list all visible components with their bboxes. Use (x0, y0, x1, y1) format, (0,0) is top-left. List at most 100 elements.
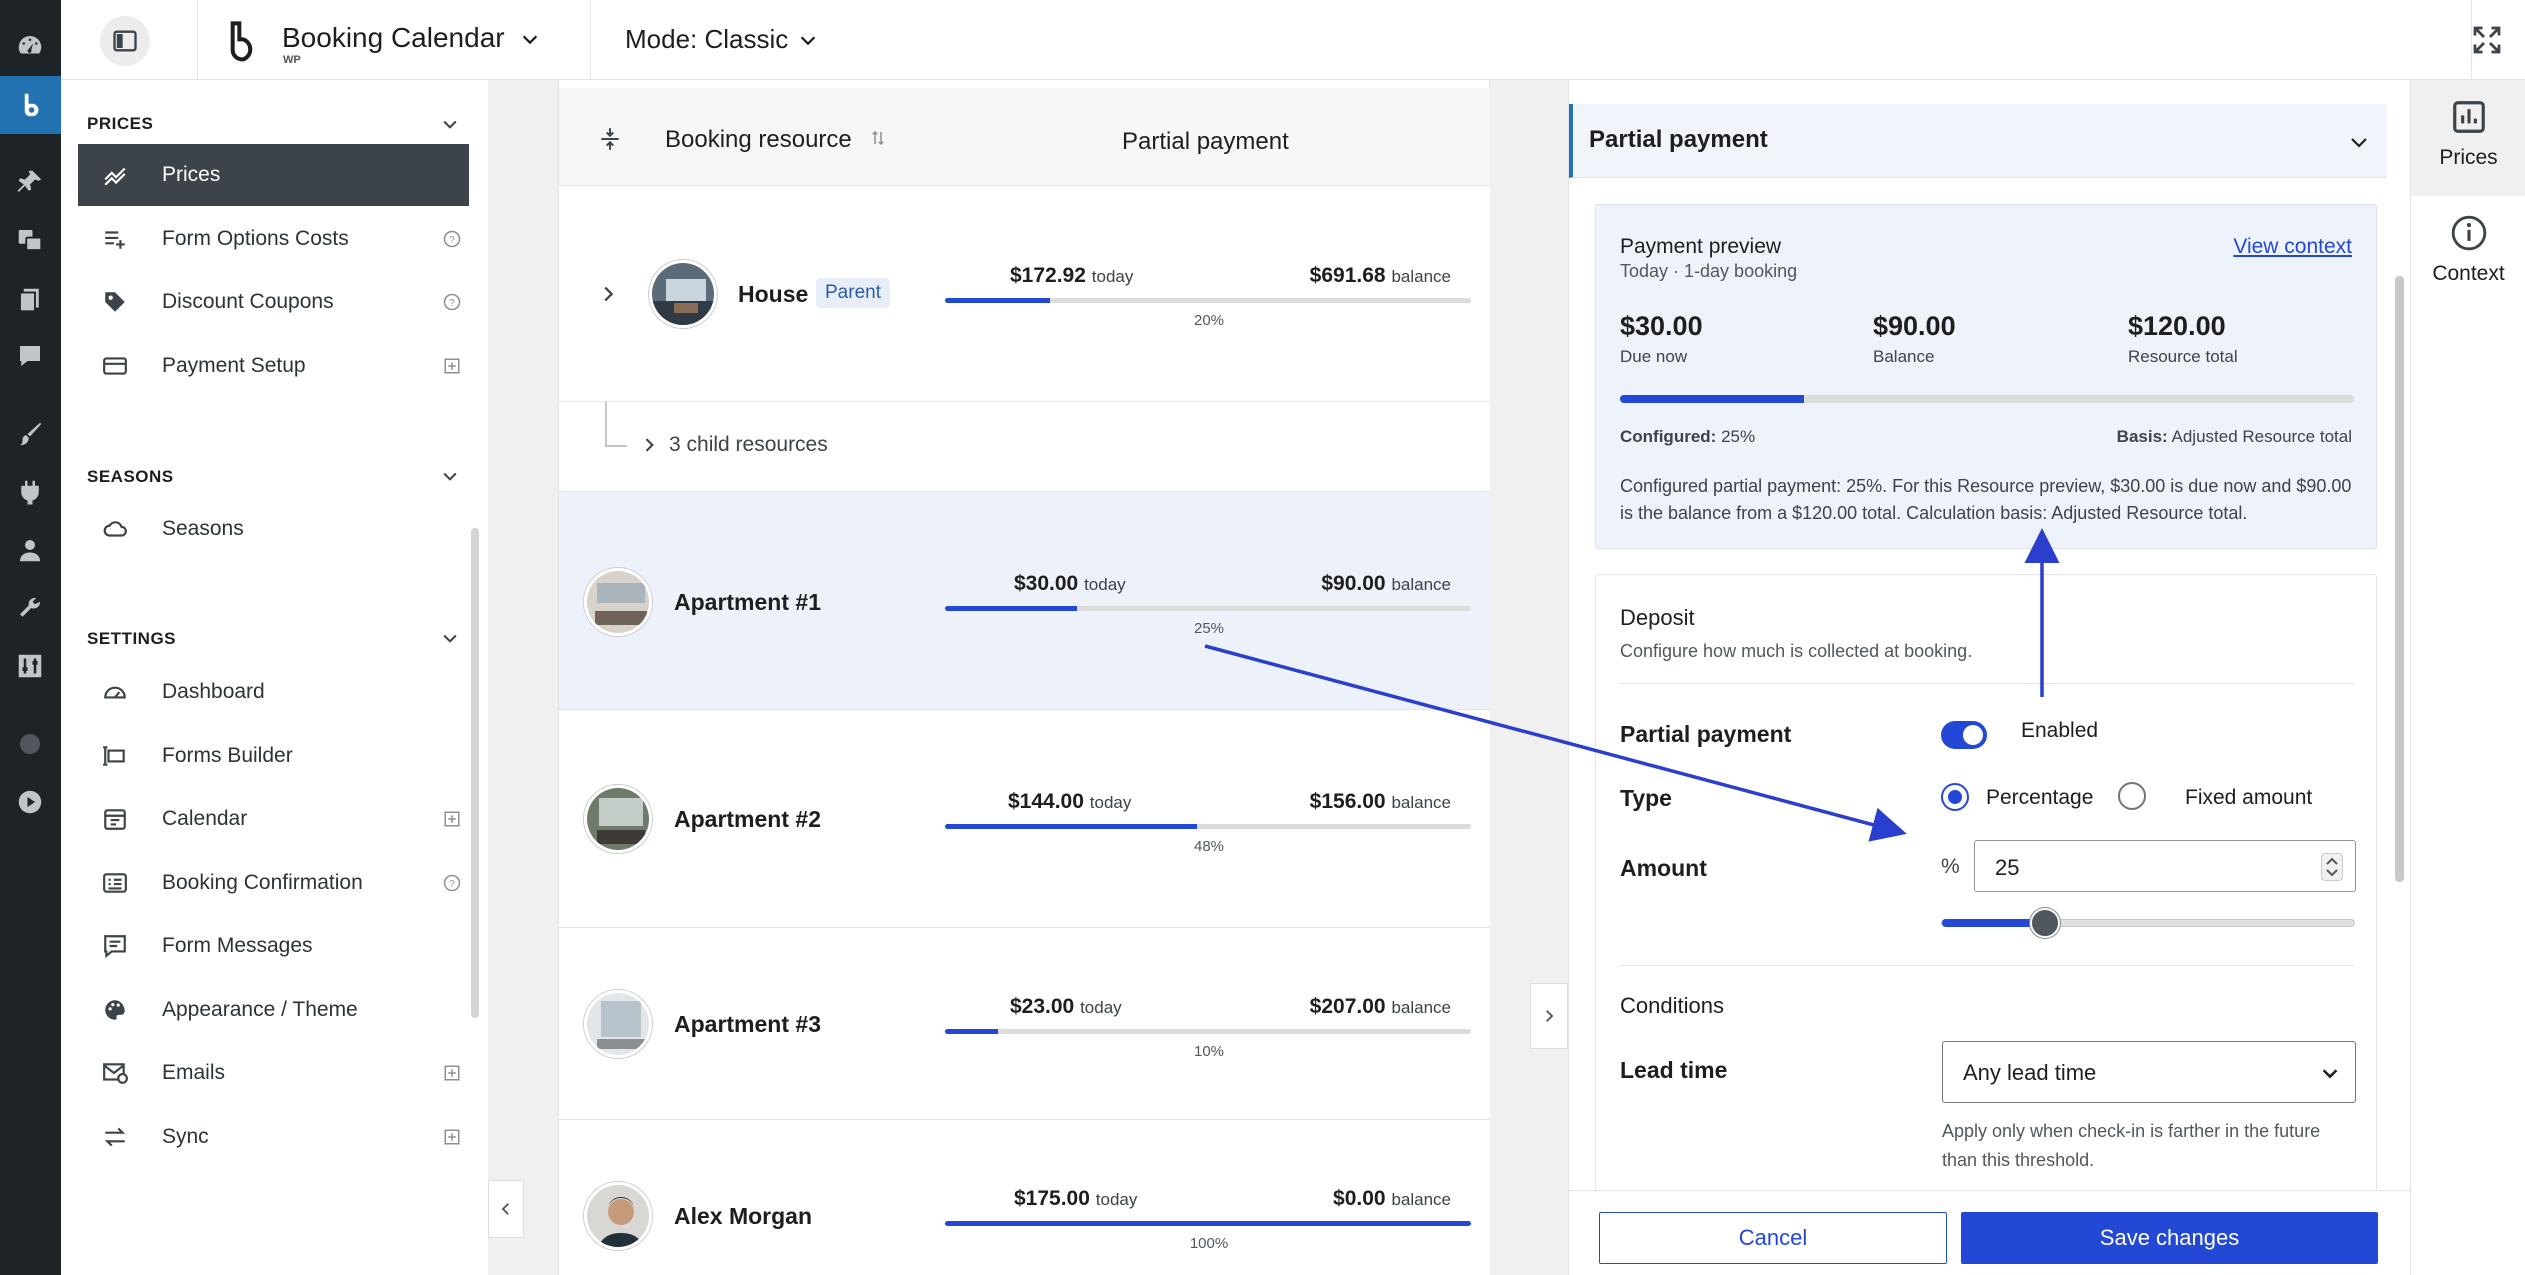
cancel-button[interactable]: Cancel (1599, 1212, 1947, 1264)
chevron-down-icon[interactable] (440, 466, 460, 486)
sidebar-item-form-options-costs[interactable]: Form Options Costs ? (78, 208, 469, 270)
lead-time-select[interactable]: Any lead time (1942, 1041, 2356, 1103)
table-row-apartment-2[interactable]: Apartment #2 $144.00 today $156.00 balan… (559, 710, 1491, 928)
rail-tab-prices[interactable]: Prices (2411, 80, 2525, 196)
collapse-rows-icon[interactable] (597, 126, 623, 152)
appearance-brush-icon[interactable] (12, 416, 48, 452)
play-icon[interactable] (12, 784, 48, 820)
mode-selector[interactable]: Mode: Classic (625, 24, 788, 55)
comments-icon[interactable] (12, 338, 48, 374)
amount-input[interactable]: 25 (1974, 840, 2356, 892)
sidebar-item-form-messages[interactable]: Form Messages (78, 915, 469, 977)
help-icon[interactable]: ? (443, 293, 461, 311)
sidebar-item-prices[interactable]: Prices (78, 144, 469, 206)
id-card-icon (100, 868, 130, 898)
child-resources-label[interactable]: 3 child resources (669, 433, 828, 457)
dashboard-icon[interactable] (12, 28, 48, 64)
sidebar-toggle-button[interactable] (100, 16, 150, 66)
sidebar-item-appearance-theme[interactable]: Appearance / Theme (78, 979, 469, 1041)
sidebar-item-forms-builder[interactable]: Forms Builder (78, 725, 469, 787)
pages-icon[interactable] (12, 282, 48, 318)
sidebar-item-booking-confirmation[interactable]: Booking Confirmation ? (78, 852, 469, 914)
sidebar-item-discount-coupons[interactable]: Discount Coupons ? (78, 271, 469, 333)
rail-tab-context[interactable]: Context (2411, 196, 2525, 312)
child-resources-row[interactable]: 3 child resources (559, 402, 1491, 492)
chevron-down-icon[interactable] (2347, 130, 2371, 154)
preview-description: Configured partial payment: 25%. For thi… (1620, 476, 2352, 523)
globe-icon[interactable] (12, 726, 48, 762)
palette-icon (100, 995, 130, 1025)
save-button[interactable]: Save changes (1961, 1212, 2378, 1264)
collapse-sidebar-button[interactable] (488, 1180, 524, 1238)
sidebar-scrollbar[interactable] (471, 528, 479, 1018)
plus-box-icon[interactable] (443, 810, 461, 828)
balance-amount: $0.00 balance (1333, 1187, 1451, 1210)
column-header-resource[interactable]: Booking resource (665, 126, 852, 154)
fullscreen-icon[interactable] (2469, 22, 2505, 58)
table-row-house[interactable]: House Parent $172.92 today $691.68 balan… (559, 186, 1491, 402)
percentage-radio-label[interactable]: Percentage (1986, 786, 2093, 810)
divider (197, 0, 198, 80)
table-header: Booking resource Partial payment (559, 88, 1491, 186)
plugins-icon[interactable] (12, 474, 48, 510)
table-row-alex-morgan[interactable]: Alex Morgan $175.00 today $0.00 balance … (559, 1120, 1491, 1275)
parent-badge: Parent (816, 278, 890, 308)
chevron-right-icon[interactable] (597, 283, 619, 305)
today-amount: $175.00 today (1014, 1187, 1138, 1210)
payment-preview: Payment preview Today · 1-day booking Vi… (1595, 204, 2377, 549)
view-context-link[interactable]: View context (2233, 235, 2352, 259)
sidebar-item-seasons[interactable]: Seasons (78, 498, 469, 560)
slider-thumb[interactable] (2030, 908, 2060, 938)
due-now-label: Due now (1620, 347, 1688, 366)
section-heading-settings: SETTINGS (87, 629, 177, 648)
partial-payment-bar (945, 606, 1471, 611)
sidebar-item-payment-setup[interactable]: Payment Setup (78, 335, 469, 397)
chevron-down-icon[interactable] (440, 114, 460, 134)
fixed-amount-radio-label[interactable]: Fixed amount (2185, 786, 2312, 810)
help-icon[interactable]: ? (443, 874, 461, 892)
balance-amount: $90.00 balance (1321, 572, 1451, 595)
plus-box-icon[interactable] (443, 1128, 461, 1146)
sidebar-item-emails[interactable]: Emails (78, 1042, 469, 1104)
chevron-right-icon[interactable] (639, 434, 659, 456)
sidebar-item-calendar[interactable]: Calendar (78, 788, 469, 850)
today-amount: $30.00 today (1014, 572, 1126, 595)
sidebar-item-dashboard[interactable]: Dashboard (78, 661, 469, 723)
table-row-apartment-3[interactable]: Apartment #3 $23.00 today $207.00 balanc… (559, 928, 1491, 1120)
table-row-apartment-1[interactable]: Apartment #1 $30.00 today $90.00 balance… (559, 492, 1491, 710)
sidebar-toggle-icon (113, 30, 137, 52)
booking-calendar-menu-icon[interactable] (0, 76, 61, 134)
percent-label: 20% (1193, 312, 1225, 329)
tools-icon[interactable] (12, 590, 48, 626)
users-icon[interactable] (12, 532, 48, 568)
deposit-title: Deposit (1620, 605, 1695, 630)
percentage-radio[interactable] (1941, 783, 1969, 811)
balance-amount: $207.00 balance (1309, 995, 1451, 1018)
chevron-down-icon[interactable] (440, 628, 460, 648)
panel-toggle-button[interactable] (1530, 983, 1568, 1049)
brand-chevron-down-icon[interactable] (519, 28, 541, 50)
sort-icon[interactable] (869, 128, 887, 148)
help-icon[interactable]: ? (443, 230, 461, 248)
media-icon[interactable] (12, 222, 48, 258)
spinner-icon[interactable] (2321, 853, 2343, 881)
pin-icon[interactable] (12, 164, 48, 200)
panel-scrollbar[interactable] (2395, 276, 2404, 882)
mode-chevron-down-icon[interactable] (797, 29, 819, 51)
column-header-partial-payment: Partial payment (1122, 128, 1289, 155)
lead-time-value: Any lead time (1963, 1060, 2097, 1085)
settings-sliders-icon[interactable] (12, 648, 48, 684)
plus-box-icon[interactable] (443, 357, 461, 375)
due-now-amount: $30.00 (1620, 311, 1703, 341)
fixed-amount-radio[interactable] (2118, 782, 2146, 810)
preview-title: Payment preview (1620, 235, 1782, 258)
sidebar-item-sync[interactable]: Sync (78, 1106, 469, 1168)
plus-box-icon[interactable] (443, 1064, 461, 1082)
lead-time-label: Lead time (1620, 1057, 1728, 1083)
divider (1620, 965, 2354, 966)
brand-name[interactable]: Booking Calendar (282, 22, 505, 54)
panel-header[interactable]: Partial payment (1569, 104, 2387, 178)
list-add-icon (100, 224, 130, 254)
amount-slider[interactable] (1941, 908, 2355, 938)
partial-payment-toggle[interactable] (1941, 721, 1987, 749)
